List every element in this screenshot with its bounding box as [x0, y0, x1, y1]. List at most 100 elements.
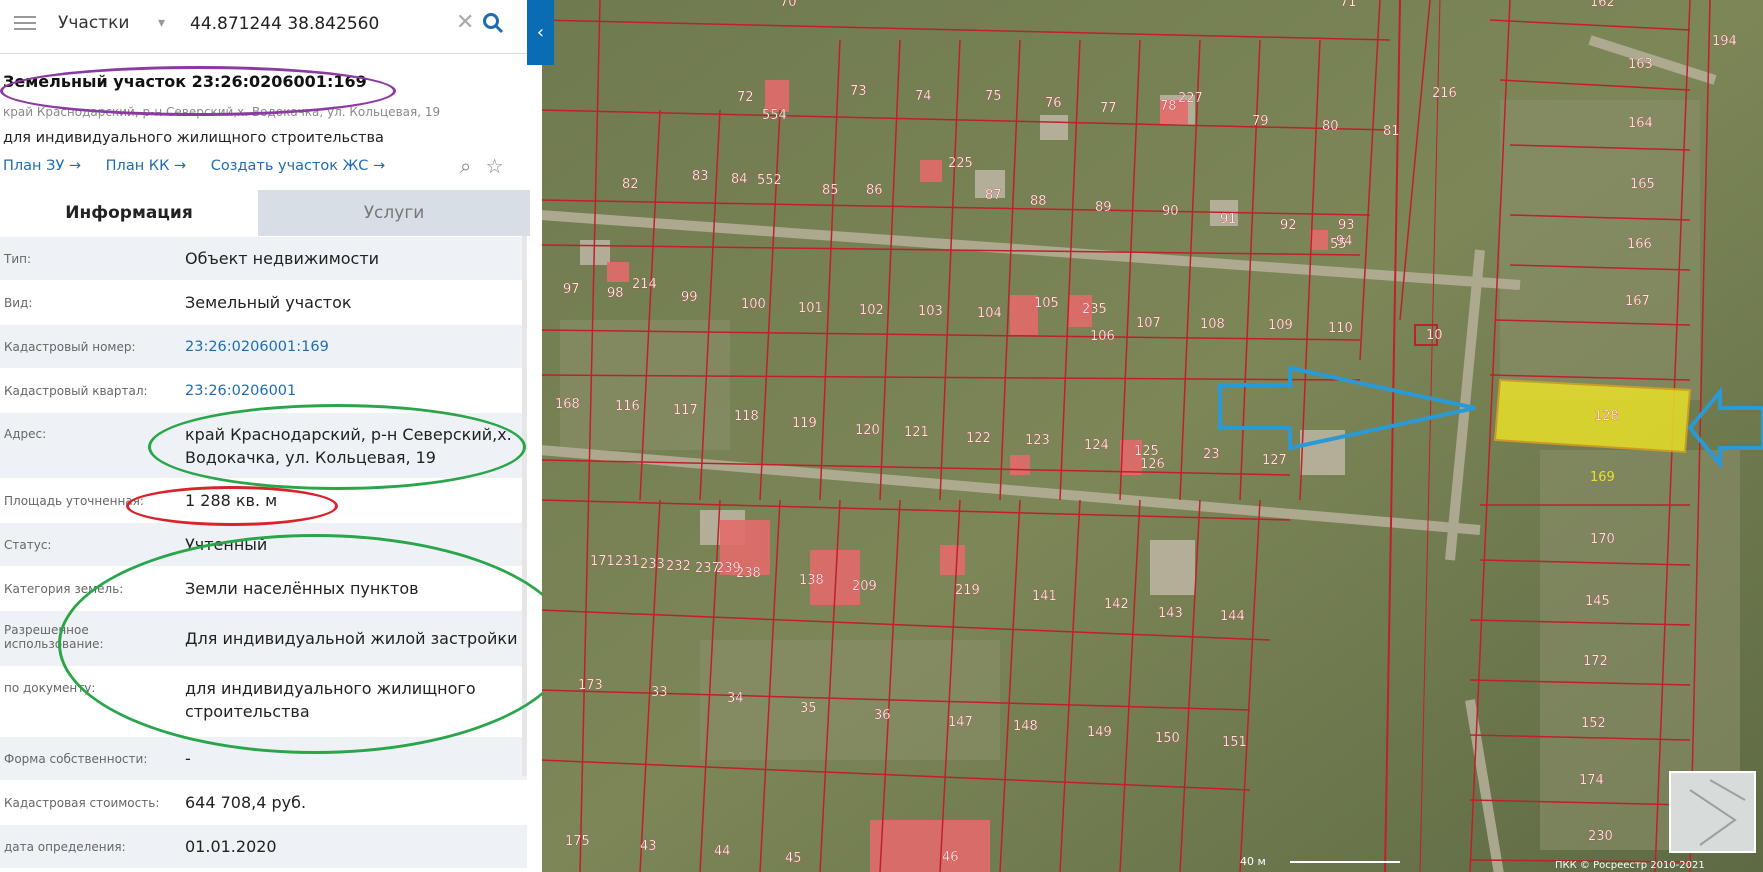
parcel-label: 93: [1338, 218, 1355, 233]
row-label: по документу:: [4, 681, 96, 695]
parcel-label: 117: [673, 403, 698, 418]
row-value: 644 708,4 руб.: [185, 793, 307, 812]
cadastral-quarter-link[interactable]: 23:26:0206001: [185, 380, 525, 403]
plan-kk-link[interactable]: План КК →: [106, 158, 187, 174]
parcel-label: 118: [734, 409, 759, 424]
parcel-label: 79: [1252, 114, 1269, 129]
parcel-label: 23: [1203, 447, 1220, 462]
info-row: Разрешенное использование: Для индивидуал…: [0, 610, 527, 666]
row-label: Категория земель:: [4, 582, 124, 596]
row-value: 01.01.2020: [185, 837, 277, 856]
parcel-label: 91: [1220, 212, 1237, 227]
info-row: Адрес: край Краснодарский, р-н Северский,…: [0, 412, 527, 478]
parcel-label: 169: [1590, 470, 1615, 485]
parcel-label: 98: [607, 286, 624, 301]
parcel-label: 107: [1136, 316, 1161, 331]
parcel-label: 142: [1104, 597, 1129, 612]
info-row: Категория земель: Земли населённых пункто…: [0, 566, 527, 610]
parcel-label: 121: [904, 425, 929, 440]
cadastral-number-link[interactable]: 23:26:0206001:169: [185, 336, 525, 359]
parcel-label: 120: [855, 423, 880, 438]
parcel-label: 145: [1585, 594, 1610, 609]
parcel-label: 171: [590, 554, 615, 569]
parcel-label: 75: [985, 89, 1002, 104]
panel-actions: ⌕ ☆: [460, 154, 504, 178]
info-row: Кадастровая стоимость: 644 708,4 руб.: [0, 780, 527, 824]
parcel-label: 55: [1330, 237, 1347, 252]
parcel-label: 76: [1045, 96, 1062, 111]
parcel-label: 138: [799, 573, 824, 588]
parcel-label: 152: [1581, 716, 1606, 731]
layer-select[interactable]: Участки: [58, 0, 190, 54]
parcel-title: Земельный участок 23:26:0206001:169: [3, 72, 367, 91]
parcel-label: 87: [985, 188, 1002, 203]
minimap[interactable]: [1669, 771, 1756, 853]
parcel-label: 164: [1628, 116, 1653, 131]
parcel-label: 84: [731, 172, 748, 187]
parcel-label: 77: [1100, 101, 1117, 116]
clear-icon[interactable]: ✕: [456, 0, 474, 54]
parcel-label: 35: [800, 701, 817, 716]
parcel-label: 165: [1630, 177, 1655, 192]
parcel-label: 44: [714, 844, 731, 859]
parcel-label: 175: [565, 834, 590, 849]
parcel-label: 127: [1262, 453, 1287, 468]
parcel-label: 167: [1625, 294, 1650, 309]
parcel-label: 174: [1579, 773, 1604, 788]
parcel-label: 46: [942, 850, 959, 865]
parcel-label: 78: [1160, 99, 1177, 114]
parcel-label: 126: [1140, 457, 1165, 472]
parcel-address-short: край Краснодарский, р-н Северский,х. Вод…: [3, 105, 441, 119]
parcel-label: 232: [666, 559, 691, 574]
parcel-label: 116: [615, 399, 640, 414]
parcel-label: 103: [918, 304, 943, 319]
parcel-label: 144: [1220, 609, 1245, 624]
parcel-label: 173: [578, 678, 603, 693]
parcel-label: 10: [1426, 328, 1443, 343]
info-row: Кадастровый квартал: 23:26:0206001: [0, 368, 527, 412]
collapse-panel-button[interactable]: ‹: [527, 0, 554, 65]
parcel-label: 73: [850, 84, 867, 99]
parcel-label: 219: [955, 583, 980, 598]
parcel-label: 110: [1328, 321, 1353, 336]
parcel-label: 166: [1627, 237, 1652, 252]
menu-icon[interactable]: [10, 0, 40, 54]
parcel-label: 231: [615, 554, 640, 569]
parcel-label: 99: [681, 290, 698, 305]
info-row: по документу: для индивидуального жилищно…: [0, 666, 527, 736]
parcel-label: 80: [1322, 119, 1339, 134]
parcel-label: 172: [1583, 654, 1608, 669]
parcel-label: 33: [651, 685, 668, 700]
parcel-label: 90: [1162, 204, 1179, 219]
parcel-label: 81: [1383, 124, 1400, 139]
row-label: Вид:: [4, 296, 33, 310]
create-parcel-link[interactable]: Создать участок ЖС →: [211, 158, 385, 174]
parcel-label: 86: [866, 183, 883, 198]
search-bar: Участки ▾ ✕: [0, 0, 527, 54]
star-icon[interactable]: ☆: [486, 154, 504, 178]
search-icon[interactable]: [482, 0, 512, 54]
plan-zu-link[interactable]: План ЗУ →: [3, 158, 81, 174]
zoom-to-icon[interactable]: ⌕: [460, 154, 471, 178]
highlighted-parcel-169[interactable]: [1493, 378, 1692, 454]
parcel-label: 88: [1030, 194, 1047, 209]
tab-info[interactable]: Информация: [0, 190, 258, 236]
row-value: Земельный участок: [185, 293, 352, 312]
parcel-label: 163: [1628, 57, 1653, 72]
info-row: Форма собственности: -: [0, 736, 527, 780]
scrollbar[interactable]: [522, 236, 527, 776]
parcel-label: 143: [1158, 606, 1183, 621]
search-input[interactable]: [190, 10, 440, 38]
parcel-label: 106: [1090, 329, 1115, 344]
parcel-label: 554: [762, 108, 787, 123]
info-row: Вид: Земельный участок: [0, 280, 527, 324]
parcel-label: 233: [640, 557, 665, 572]
copyright: ПКК © Росреестр 2010-2021: [1555, 860, 1705, 871]
info-row: Статус: Учтенный: [0, 522, 527, 566]
row-value: край Краснодарский, р-н Северский,х. Вод…: [185, 425, 512, 467]
tab-services[interactable]: Услуги: [258, 190, 530, 236]
parcel-label: 214: [632, 277, 657, 292]
chevron-down-icon[interactable]: ▾: [158, 0, 165, 54]
parcel-label: 105: [1034, 296, 1059, 311]
row-label: Форма собственности:: [4, 752, 148, 766]
